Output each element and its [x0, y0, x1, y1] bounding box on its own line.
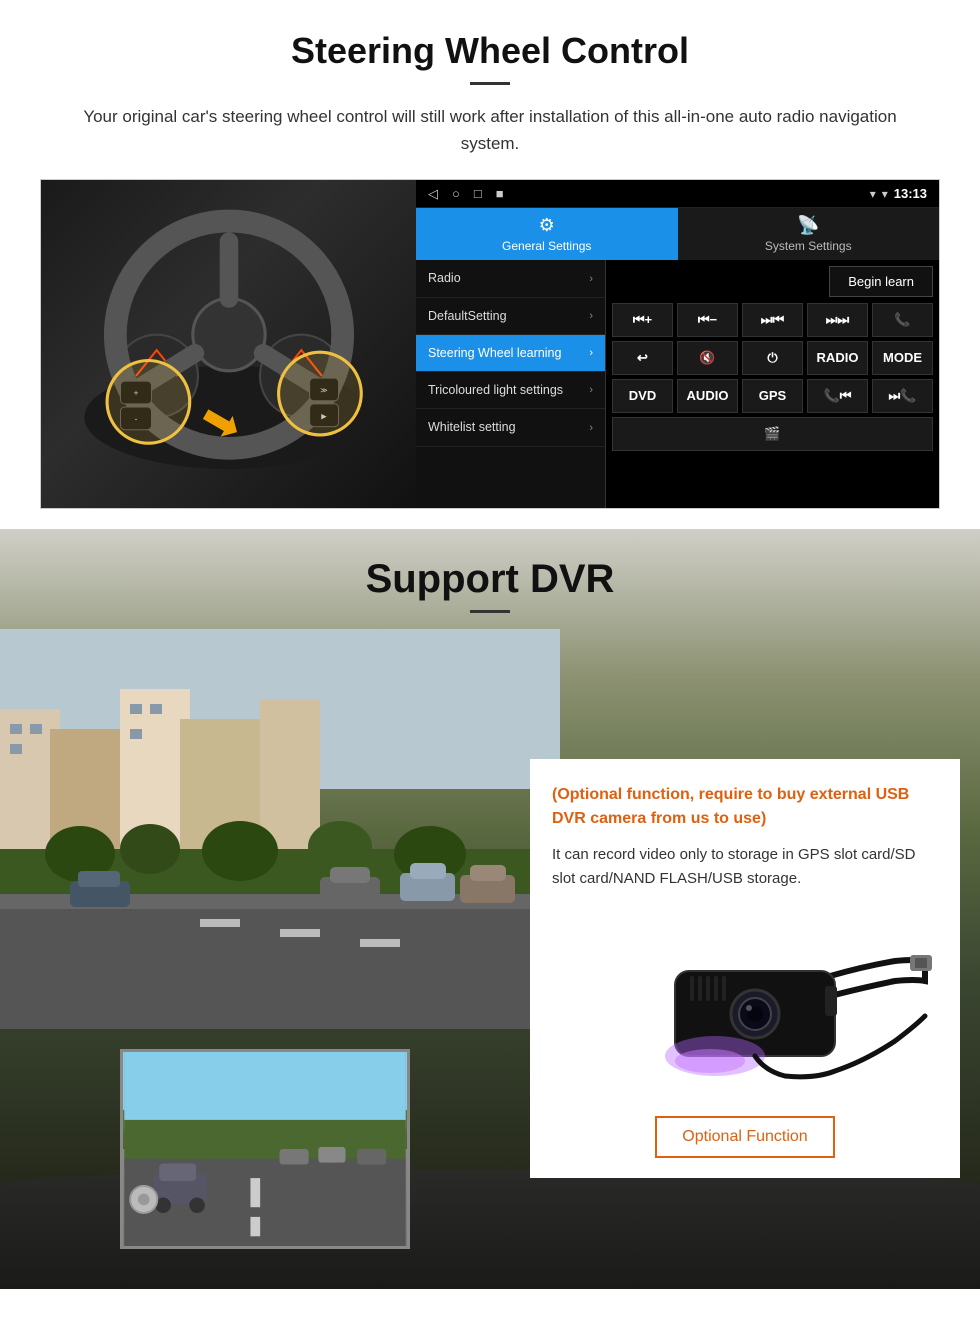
chevron-icon: ›	[589, 347, 593, 359]
ctrl-btn-vol-up[interactable]: ⏮+	[612, 303, 673, 337]
general-settings-icon: ⚙	[539, 215, 555, 236]
ctrl-btn-power[interactable]: ⏻	[742, 341, 803, 375]
section-subtitle: Your original car's steering wheel contr…	[80, 103, 900, 157]
steering-section: Steering Wheel Control Your original car…	[0, 0, 980, 529]
dvr-info-card: (Optional function, require to buy exter…	[530, 759, 960, 1178]
dvr-title: Support DVR	[0, 557, 980, 602]
menu-item-steering-wheel-learning[interactable]: Steering Wheel learning ›	[416, 335, 605, 372]
nav-icons: ◁ ○ □ ■	[428, 186, 504, 202]
chevron-icon: ›	[589, 422, 593, 434]
ctrl-row-2: ↩ 🔇 ⏻ RADIO MODE	[612, 341, 933, 375]
dvr-title-area: Support DVR	[0, 529, 980, 613]
home-icon[interactable]: ○	[452, 186, 460, 202]
menu-list: Radio › DefaultSetting › Steering Wheel …	[416, 260, 606, 508]
chevron-icon: ›	[589, 273, 593, 285]
ctrl-row-1: ⏮+ ⏮− ⏭⏮ ⏭⏭ 📞	[612, 303, 933, 337]
menu-item-defaultsetting[interactable]: DefaultSetting ›	[416, 298, 605, 335]
dvr-preview-thumbnail	[120, 1049, 410, 1249]
ctrl-btn-next[interactable]: ⏭⏭	[807, 303, 868, 337]
recent-icon[interactable]: □	[474, 186, 482, 202]
system-settings-icon: 📡	[797, 215, 819, 236]
dvr-camera-svg	[555, 911, 935, 1091]
dvr-divider	[470, 610, 510, 613]
menu-icon[interactable]: ■	[496, 186, 504, 202]
signal-icon: ▾	[870, 187, 876, 201]
ctrl-row-4: 🎬	[612, 417, 933, 451]
tab-system-label: System Settings	[765, 239, 852, 253]
dvr-section: Support DVR	[0, 529, 980, 1289]
ctrl-btn-mute[interactable]: 🔇	[677, 341, 738, 375]
dvr-preview-inner	[123, 1052, 407, 1246]
ctrl-btn-dvd[interactable]: DVD	[612, 379, 673, 413]
street-scene-svg	[0, 629, 560, 1029]
menu-item-tricoloured[interactable]: Tricoloured light settings ›	[416, 372, 605, 409]
statusbar-right: ▾ ▾ 13:13	[870, 186, 927, 201]
optional-function-button[interactable]: Optional Function	[655, 1116, 835, 1158]
ctrl-btn-radio[interactable]: RADIO	[807, 341, 868, 375]
tab-bar: ⚙ General Settings 📡 System Settings	[416, 208, 939, 260]
begin-learn-row: Begin learn	[612, 266, 933, 297]
begin-learn-button[interactable]: Begin learn	[829, 266, 933, 297]
steering-wheel-svg: + - ≫ ▶	[74, 190, 384, 500]
ui-screenshot: + - ≫ ▶ ➡ ◁ ○ □	[40, 179, 940, 509]
ctrl-btn-call-prev[interactable]: 📞⏮	[807, 379, 868, 413]
ctrl-btn-audio[interactable]: AUDIO	[677, 379, 738, 413]
android-ui: ◁ ○ □ ■ ▾ ▾ 13:13 ⚙ General Settings	[416, 180, 939, 508]
back-icon[interactable]: ◁	[428, 186, 438, 202]
ctrl-row-3: DVD AUDIO GPS 📞⏮ ⏭📞	[612, 379, 933, 413]
wifi-icon: ▾	[882, 187, 888, 201]
chevron-icon: ›	[589, 384, 593, 396]
ctrl-btn-extra[interactable]: 🎬	[612, 417, 933, 451]
page-title: Steering Wheel Control	[40, 30, 940, 72]
ctrl-btn-hang[interactable]: ↩	[612, 341, 673, 375]
android-statusbar: ◁ ○ □ ■ ▾ ▾ 13:13	[416, 180, 939, 208]
ctrl-btn-gps[interactable]: GPS	[742, 379, 803, 413]
menu-item-radio[interactable]: Radio ›	[416, 260, 605, 297]
status-time: 13:13	[894, 186, 927, 201]
tab-system-settings[interactable]: 📡 System Settings	[678, 208, 940, 260]
dvr-preview-svg	[123, 1052, 407, 1246]
dvr-body-text: It can record video only to storage in G…	[552, 843, 938, 891]
ctrl-btn-prev[interactable]: ⏭⏮	[742, 303, 803, 337]
dvr-optional-text: (Optional function, require to buy exter…	[552, 783, 938, 831]
control-panel: Begin learn ⏮+ ⏮− ⏭⏮ ⏭⏭ 📞 ↩ 🔇 ⏻	[606, 260, 939, 508]
title-divider	[470, 82, 510, 85]
ctrl-btn-call-next[interactable]: ⏭📞	[872, 379, 933, 413]
menu-area: Radio › DefaultSetting › Steering Wheel …	[416, 260, 939, 508]
chevron-icon: ›	[589, 310, 593, 322]
tab-general-settings[interactable]: ⚙ General Settings	[416, 208, 678, 260]
ctrl-btn-mode[interactable]: MODE	[872, 341, 933, 375]
tab-general-label: General Settings	[502, 239, 591, 253]
steering-wheel-photo: + - ≫ ▶ ➡	[41, 180, 416, 509]
dvr-camera-area	[552, 911, 938, 1096]
ctrl-btn-vol-down[interactable]: ⏮−	[677, 303, 738, 337]
ctrl-btn-call[interactable]: 📞	[872, 303, 933, 337]
menu-item-whitelist[interactable]: Whitelist setting ›	[416, 409, 605, 446]
